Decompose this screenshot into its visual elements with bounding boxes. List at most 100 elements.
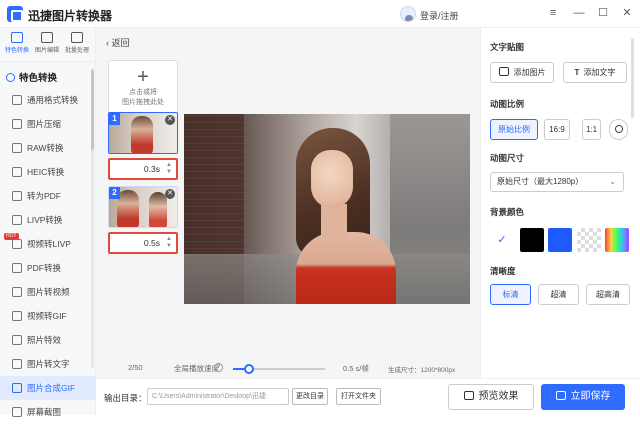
raw-icon — [12, 143, 22, 153]
sidebar-item-livp[interactable]: LIVP转换 — [0, 208, 96, 232]
plus-icon: + — [137, 66, 149, 88]
frame-photo-subject — [131, 116, 153, 153]
image-icon — [498, 67, 509, 76]
clarity-hd-button[interactable]: 超清 — [538, 284, 579, 305]
remove-frame-icon[interactable]: ✕ — [165, 115, 175, 125]
left-sidebar: 特色转换 图片编辑 批量处理 特色转换 通用格式转换 图片压缩 RAW转换 HE… — [0, 28, 96, 417]
frame-count: 2/50 — [128, 363, 143, 372]
tab-image-edit[interactable]: 图片编辑 — [32, 32, 62, 60]
clarity-uhd-button[interactable]: 超高清 — [586, 284, 630, 305]
status-bar: 2/50 全局播放速度 ? 0.5 s/帧 生成尺寸：1200*800px — [96, 360, 480, 376]
gif-icon — [12, 383, 22, 393]
image-video-icon — [12, 287, 22, 297]
speed-value: 0.5 s/帧 — [343, 364, 369, 373]
preview-button[interactable]: 预览效果 — [448, 384, 534, 410]
convert-icon — [11, 32, 23, 43]
sidebar-item-gif[interactable]: 图片合成GIF — [0, 376, 96, 400]
ratio-16-9-button[interactable]: 16:9 — [544, 119, 570, 140]
maximize-icon[interactable]: ☐ — [596, 6, 610, 20]
frame-thumbnail[interactable]: 2 ✕ — [108, 186, 178, 228]
sidebar-item-screenshot[interactable]: 屏幕截图 — [0, 400, 96, 424]
tab-batch[interactable]: 批量处理 — [62, 32, 92, 60]
frame-duration-input[interactable]: 0.3s ▲ ▼ — [108, 158, 178, 180]
save-button[interactable]: 立即保存 — [541, 384, 625, 410]
speed-slider-handle[interactable] — [244, 364, 254, 374]
frame-duration-input[interactable]: 0.5s ▲ ▼ — [108, 232, 178, 254]
menu-icon[interactable]: ≡ — [546, 6, 560, 20]
circle-icon — [614, 125, 623, 133]
format-icon — [12, 95, 22, 105]
bottom-bar: 输出目录： C:\Users\Administrator\Desktop\迅捷 … — [96, 378, 640, 415]
minimize-icon[interactable]: — — [572, 6, 586, 20]
sidebar-item-effect[interactable]: 照片特效 — [0, 328, 96, 352]
text-icon: T — [574, 68, 580, 77]
heic-icon — [12, 167, 22, 177]
frame-photo-subject — [117, 190, 139, 227]
ocr-icon — [12, 359, 22, 369]
compress-icon — [12, 119, 22, 129]
sidebar-item-format[interactable]: 通用格式转换 — [0, 88, 96, 112]
bg-custom-color-swatch[interactable] — [605, 228, 629, 252]
sidebar-item-pdf[interactable]: 转为PDF — [0, 184, 96, 208]
batch-icon — [71, 32, 83, 43]
output-size: 生成尺寸：1200*800px — [388, 367, 456, 374]
sidebar-scroll-thumb[interactable] — [91, 70, 94, 150]
help-icon[interactable]: ? — [214, 363, 223, 372]
bg-blue-swatch[interactable] — [548, 228, 572, 252]
sidebar-item-raw[interactable]: RAW转换 — [0, 136, 96, 160]
login-link[interactable]: 登录/注册 — [420, 9, 459, 22]
avatar[interactable] — [400, 6, 416, 22]
sidebar-item-pdf-convert[interactable]: PDF转换 — [0, 256, 96, 280]
remove-frame-icon[interactable]: ✕ — [165, 189, 175, 199]
add-image-button[interactable]: 添加图片 — [490, 62, 554, 83]
clarity-title: 清晰度 — [490, 266, 516, 276]
bg-black-swatch[interactable] — [520, 228, 544, 252]
sidebar-item-ocr[interactable]: 图片转文字 — [0, 352, 96, 376]
sticker-title: 文字贴图 — [490, 42, 525, 52]
rail-tabs: 特色转换 图片编辑 批量处理 — [0, 28, 96, 62]
effect-icon — [12, 335, 22, 345]
bg-white-swatch[interactable]: ✓ — [490, 228, 514, 252]
bg-transparent-swatch[interactable] — [577, 228, 601, 252]
app-logo-icon — [7, 6, 23, 22]
sidebar-item-video-livp[interactable]: HOT 视频转LIVP — [0, 232, 96, 256]
preview-canvas — [184, 114, 470, 304]
title-bar: 迅捷图片转换器 登录/注册 ≡ — ☐ ✕ — [0, 0, 640, 28]
open-folder-button[interactable]: 打开文件夹 — [336, 388, 381, 405]
screenshot-icon — [12, 407, 22, 417]
stepper-icon[interactable]: ▲ ▼ — [166, 236, 172, 250]
ratio-circle-button[interactable] — [609, 119, 628, 140]
change-dir-button[interactable]: 更改目录 — [292, 388, 328, 405]
section-heading: 特色转换 — [6, 70, 57, 84]
sidebar-item-video-gif[interactable]: 视频转GIF — [0, 304, 96, 328]
preview-icon — [463, 391, 474, 400]
chevron-down-icon: ⌄ — [609, 177, 616, 186]
pdf-icon — [12, 191, 22, 201]
sidebar-item-image-video[interactable]: 图片转视频 — [0, 280, 96, 304]
ratio-title: 动图比例 — [490, 99, 525, 109]
sidebar-nav: 通用格式转换 图片压缩 RAW转换 HEIC转换 转为PDF LIVP转换 HO… — [0, 88, 96, 424]
size-dropdown[interactable]: 原始尺寸（最大1280p） ⌄ — [490, 172, 624, 192]
image-edit-icon — [41, 32, 53, 43]
livp-icon — [12, 215, 22, 225]
pdf-convert-icon — [12, 263, 22, 273]
output-path-field[interactable]: C:\Users\Administrator\Desktop\迅捷 — [147, 388, 289, 405]
tab-special-convert[interactable]: 特色转换 — [2, 32, 32, 60]
video-gif-icon — [12, 311, 22, 321]
frame-number: 1 — [109, 113, 120, 125]
frame-photo-subject — [149, 192, 167, 227]
clarity-sd-button[interactable]: 标清 — [490, 284, 531, 305]
frame-number: 2 — [109, 187, 120, 199]
ratio-1-1-button[interactable]: 1:1 — [582, 119, 601, 140]
panel-scrollbar[interactable] — [631, 38, 634, 118]
frame-thumbnail[interactable]: 1 ✕ — [108, 112, 178, 154]
ratio-original-button[interactable]: 原始比例 — [490, 119, 538, 140]
sidebar-item-compress[interactable]: 图片压缩 — [0, 112, 96, 136]
stepper-icon[interactable]: ▲ ▼ — [166, 162, 172, 176]
add-text-button[interactable]: T 添加文字 — [563, 62, 627, 83]
check-icon: ✓ — [497, 234, 507, 246]
close-icon[interactable]: ✕ — [620, 6, 634, 20]
section-icon — [6, 73, 15, 82]
sidebar-item-heic[interactable]: HEIC转换 — [0, 160, 96, 184]
back-button[interactable]: ‹ 返回 — [106, 36, 130, 49]
